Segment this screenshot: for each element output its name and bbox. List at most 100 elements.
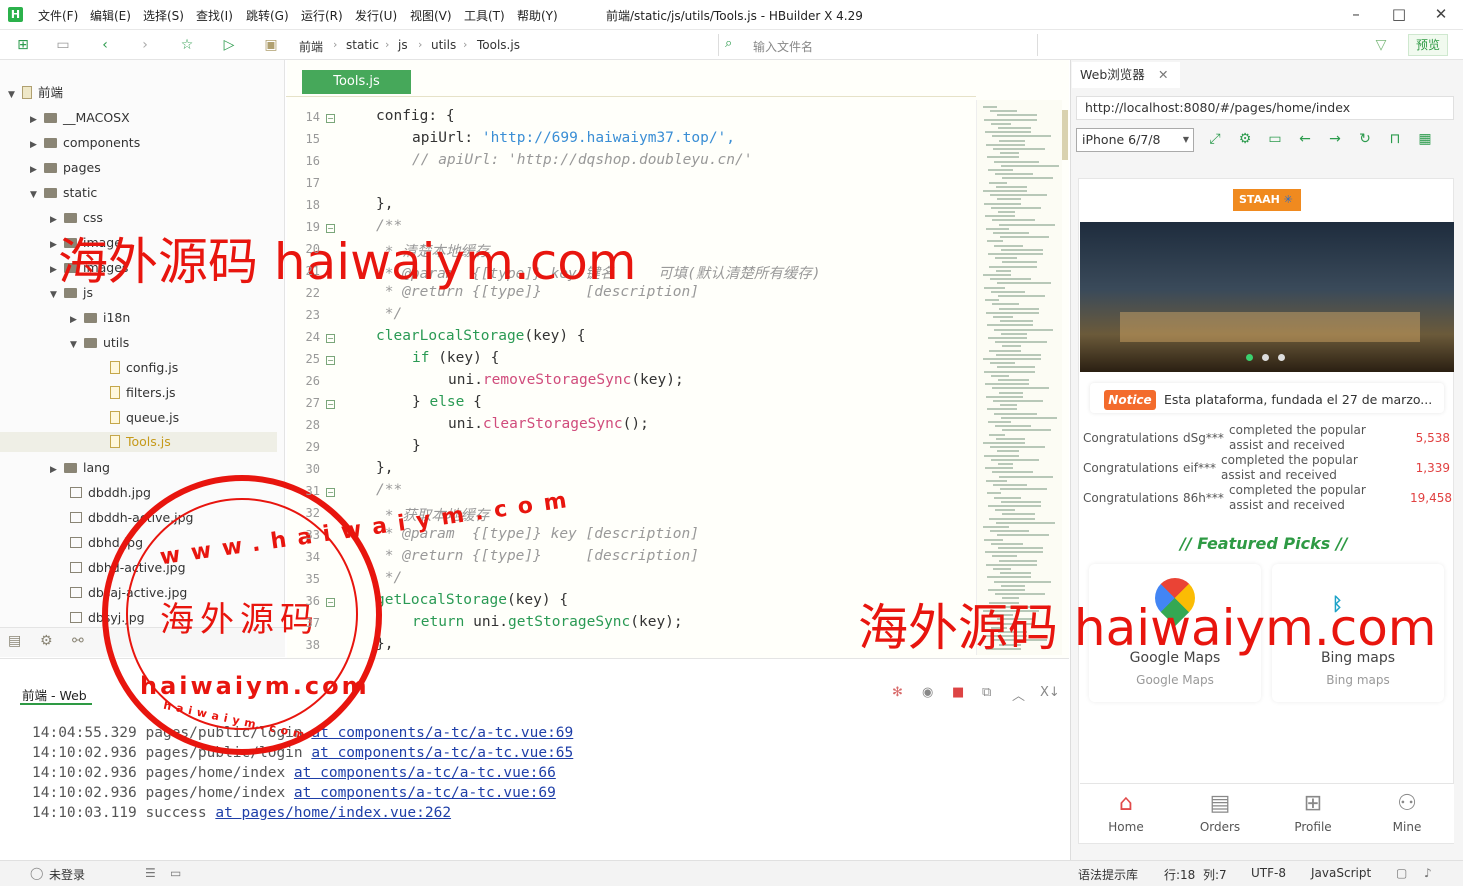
file-search-input[interactable]: ⌕ 输入文件名 [718,34,1038,56]
breadcrumb-file[interactable]: Tools.js [477,38,520,52]
bell-icon[interactable]: ♪ [1424,866,1432,880]
forward-icon[interactable]: → [1326,130,1344,148]
syntax-library[interactable]: 语法提示库 [1078,866,1138,883]
editor-scrollbar[interactable] [1062,110,1068,160]
back-icon[interactable]: ‹ [96,36,114,54]
congrats-label: Congratulations [1083,431,1179,445]
tree-item-components[interactable]: ▶ components [30,133,140,153]
menu-help[interactable]: 帮助(Y) [517,7,558,24]
clear-console-icon[interactable]: X↓ [1040,685,1060,700]
settings-icon[interactable]: ⚙ [1236,130,1254,148]
minimap-line [1000,152,1019,155]
hero-banner[interactable] [1080,222,1454,372]
menu-find[interactable]: 查找(I) [196,7,233,24]
carousel-dot-active[interactable] [1246,354,1253,361]
breadcrumb-utils[interactable]: utils [431,38,456,52]
minimap-line [984,118,1037,121]
tree-item-project[interactable]: ▼ 前端 [8,83,63,103]
tree-item-utils[interactable]: ▼ utils [70,333,129,353]
rotate-icon[interactable]: ⤢ [1206,130,1224,148]
breadcrumb-js[interactable]: js [398,38,408,52]
feedback-icon[interactable]: ▢ [1396,866,1407,880]
carousel-dot[interactable] [1278,354,1285,361]
refresh-icon[interactable]: ↻ [1356,130,1374,148]
menu-view[interactable]: 视图(V) [410,7,452,24]
fold-toggle-icon[interactable]: − [326,598,335,607]
tree-item-filters[interactable]: filters.js [110,383,176,403]
chevron-up-icon[interactable]: ︿ [1012,685,1025,704]
tab-home[interactable]: ⌂ Home [1096,788,1156,834]
code-editor[interactable] [287,60,1069,658]
log-link[interactable]: at components/a-tc/a-tc.vue:66 [294,765,556,781]
tree-label: config.js [126,360,179,375]
carousel-dot[interactable] [1262,354,1269,361]
fold-toggle-icon[interactable]: − [326,114,335,123]
url-input[interactable]: http://localhost:8080/#/pages/home/index [1076,96,1454,120]
terminal-icon[interactable]: ▭ [170,866,181,880]
filter-icon[interactable]: ▽ [1372,36,1390,54]
tree-item-lang[interactable]: ▶ lang [50,458,110,478]
preview-button[interactable]: 预览 [1408,34,1448,56]
tab-web-browser[interactable]: Web浏览器 ✕ [1072,62,1180,88]
plugin-icon[interactable]: ⚙ [40,633,53,649]
fold-toggle-icon[interactable]: − [326,400,335,409]
encoding[interactable]: UTF-8 [1251,866,1286,880]
tab-tools-js[interactable]: Tools.js [302,70,411,94]
lock-icon[interactable]: ⊓ [1386,130,1404,148]
cursor-position[interactable]: 行:18 列:7 [1164,866,1227,883]
device-select[interactable]: iPhone 6/7/8 ▼ [1076,128,1194,152]
bookmark-icon[interactable]: ☆ [178,36,196,54]
minimize-icon[interactable]: – [1345,4,1367,24]
back-icon[interactable]: ← [1296,130,1314,148]
run-icon[interactable]: ▷ [220,36,238,54]
tree-item-config[interactable]: config.js [110,358,178,378]
restore-icon[interactable]: ⧉ [982,685,991,700]
tree-item-macosx[interactable]: ▶ __MACOSX [30,108,130,128]
tree-item-static[interactable]: ▼ static [30,183,97,203]
log-link[interactable]: at components/a-tc/a-tc.vue:69 [294,785,556,801]
step-icon[interactable]: ◉ [922,685,933,700]
fold-toggle-icon[interactable]: − [326,356,335,365]
menu-file[interactable]: 文件(F) [38,7,78,24]
new-file-icon[interactable]: ⊞ [14,36,32,54]
tree-item-pages[interactable]: ▶ pages [30,158,101,178]
log-link[interactable]: at components/a-tc/a-tc.vue:69 [311,725,573,741]
minimap[interactable] [976,100,1062,655]
fold-toggle-icon[interactable]: − [326,488,335,497]
save-icon[interactable]: ▭ [54,36,72,54]
log-link[interactable]: at components/a-tc/a-tc.vue:65 [311,745,573,761]
breadcrumb-project[interactable]: 前端 [299,38,323,55]
stop-icon[interactable]: ■ [952,685,964,700]
tree-item-dbddh[interactable]: dbddh.jpg [70,483,151,503]
tab-orders[interactable]: ▤ Orders [1190,788,1250,834]
login-status[interactable]: 未登录 [49,866,85,883]
list-icon[interactable]: ☰ [145,866,156,880]
forward-icon[interactable]: › [136,36,154,54]
menu-tools[interactable]: 工具(T) [464,7,505,24]
tab-mine[interactable]: ⚇ Mine [1377,788,1437,834]
console-icon[interactable]: ▭ [1266,130,1284,148]
breadcrumb-static[interactable]: static [346,38,379,52]
language-mode[interactable]: JavaScript [1311,866,1371,880]
menu-select[interactable]: 选择(S) [143,7,184,24]
fold-toggle-icon[interactable]: − [326,224,335,233]
log-link[interactable]: at pages/home/index.vue:262 [215,805,451,821]
tab-profile[interactable]: ⊞ Profile [1283,788,1343,834]
menu-goto[interactable]: 跳转(G) [246,7,289,24]
menu-publish[interactable]: 发行(U) [355,7,397,24]
menu-edit[interactable]: 编辑(E) [90,7,131,24]
menu-run[interactable]: 运行(R) [301,7,343,24]
fold-toggle-icon[interactable]: − [326,334,335,343]
git-icon[interactable]: ⚯ [72,633,84,649]
project-view-icon[interactable]: ▤ [8,633,21,649]
qr-code-icon[interactable]: ▦ [1416,130,1434,148]
user-icon: ⚇ [1397,791,1417,816]
chevron-right-icon: ▶ [50,465,57,475]
tree-item-tools[interactable]: Tools.js [0,432,277,452]
debug-icon[interactable]: ✻ [892,685,903,700]
close-icon[interactable]: ✕ [1430,4,1452,24]
close-tab-icon[interactable]: ✕ [1158,62,1168,88]
tree-item-i18n[interactable]: ▶ i18n [70,308,130,328]
maximize-icon[interactable]: □ [1388,4,1410,24]
tree-item-queue[interactable]: queue.js [110,408,179,428]
